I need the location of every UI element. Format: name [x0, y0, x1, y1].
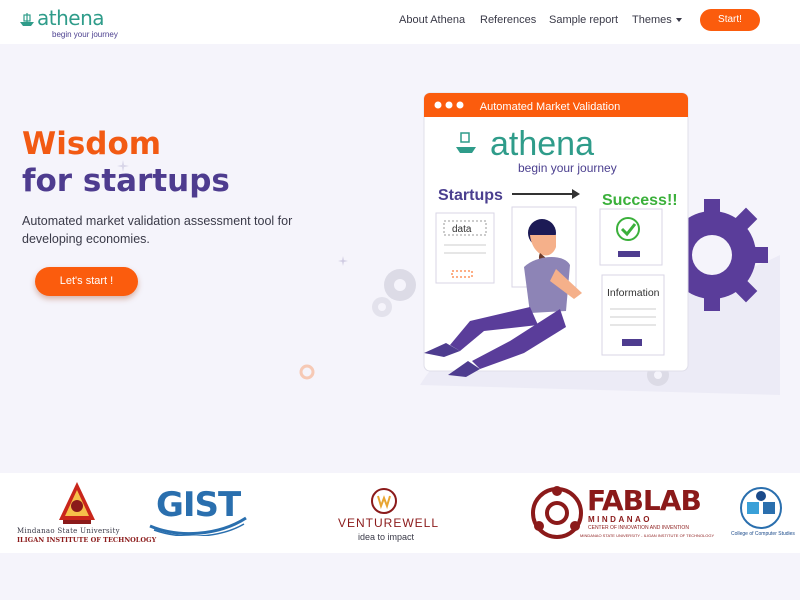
fablab-name: FABLAB: [587, 484, 702, 517]
athena-logo[interactable]: athena begin your journey: [18, 6, 128, 40]
gist-swoosh-icon: [149, 516, 247, 536]
nav-themes[interactable]: Themes: [632, 14, 682, 26]
ship-logo-icon: [20, 13, 34, 26]
msu-iit-seal-icon: [59, 482, 95, 524]
venturewell-emblem-icon: [371, 488, 397, 514]
svg-text:Success!!: Success!!: [602, 192, 678, 209]
start-button[interactable]: Start!: [700, 9, 760, 31]
gear-icon: [384, 269, 416, 301]
ccs-emblem-icon: [740, 487, 782, 529]
venturewell-name: VENTUREWELL: [338, 516, 440, 530]
nav-about-athena[interactable]: About Athena: [399, 14, 465, 26]
hero-illustration: Automated Market Validation athena begin…: [372, 92, 780, 395]
fablab-emblem-icon: [531, 486, 583, 539]
chevron-down-icon: [675, 18, 682, 23]
hero-title-line1: Wisdom: [22, 126, 162, 162]
nav-sample-report[interactable]: Sample report: [549, 14, 618, 26]
fablab-location: MINDANAO: [588, 515, 652, 524]
sparkle-icon: [338, 256, 348, 266]
ccs-name: College of Computer Studies: [731, 531, 795, 537]
svg-text:athena: athena: [490, 125, 594, 163]
msu-institute: ILIGAN INSTITUTE OF TECHNOLOGY: [17, 536, 157, 544]
sparkle-icon: [117, 160, 129, 172]
fablab-center: CENTER OF INNOVATION AND INVENTION: [588, 525, 689, 531]
gear-icon: [372, 297, 392, 317]
svg-text:Startups: Startups: [438, 187, 503, 204]
svg-text:Information: Information: [607, 287, 660, 299]
svg-text:Automated Market Validation: Automated Market Validation: [480, 101, 620, 113]
logo-wordmark: athena: [37, 6, 105, 30]
fablab-university: MINDANAO STATE UNIVERSITY - ILIGAN INSTI…: [580, 533, 715, 538]
svg-text:data: data: [452, 224, 472, 235]
nav-references[interactable]: References: [480, 14, 536, 26]
svg-text:begin your journey: begin your journey: [518, 161, 617, 175]
msu-name: Mindanao State University: [17, 527, 120, 535]
ring-decoration-icon: [299, 364, 315, 380]
top-navbar: athena begin your journey About Athena R…: [0, 0, 800, 44]
lets-start-button[interactable]: Let's start !: [35, 267, 138, 296]
venturewell-tagline: idea to impact: [358, 532, 415, 542]
hero-subtitle: Automated market validation assessment t…: [22, 214, 293, 246]
nav-themes-label: Themes: [632, 14, 672, 26]
page-bottom-band: [0, 553, 800, 600]
logo-tagline: begin your journey: [52, 30, 118, 39]
